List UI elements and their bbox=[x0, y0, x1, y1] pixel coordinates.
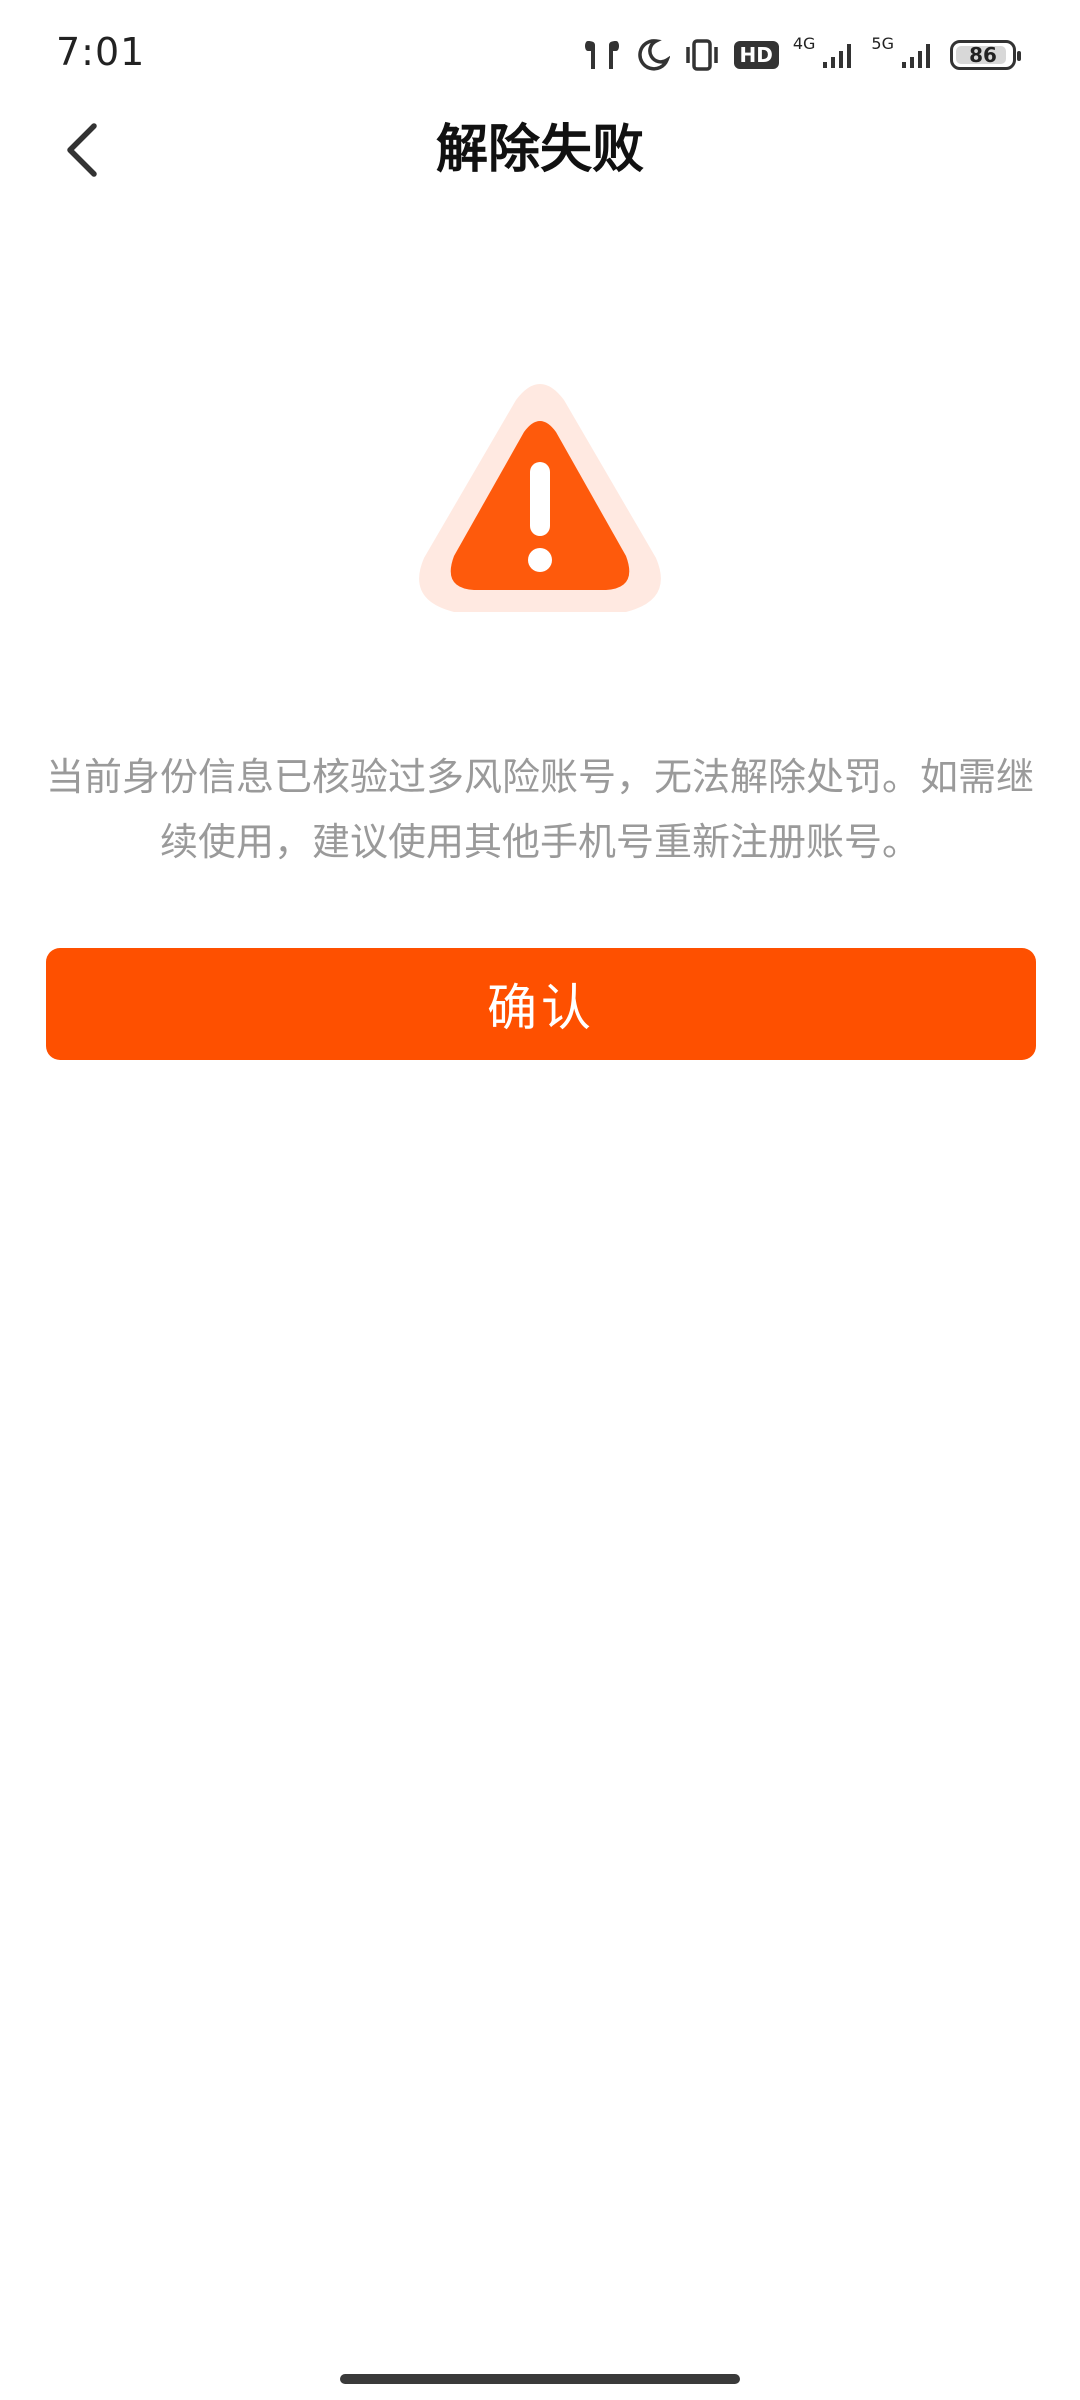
confirm-button[interactable]: 确认 bbox=[46, 948, 1036, 1060]
battery-icon: 86 bbox=[950, 40, 1021, 70]
hd-icon: HD bbox=[733, 41, 779, 69]
earbuds-icon bbox=[582, 37, 622, 73]
status-time: 7:01 bbox=[56, 30, 146, 74]
warning-triangle-icon bbox=[412, 380, 668, 630]
home-indicator[interactable] bbox=[340, 2374, 740, 2384]
network-4g-label: 4G bbox=[792, 33, 816, 53]
status-icons: HD 4G 5G 86 bbox=[582, 30, 1021, 80]
network-5g-label: 5G bbox=[871, 33, 894, 53]
moon-icon bbox=[636, 38, 670, 72]
status-bar: 7:01 HD 4G 5G 86 bbox=[0, 0, 1080, 110]
page-title: 解除失败 bbox=[435, 120, 644, 180]
signal-4g-icon bbox=[821, 40, 857, 70]
vibrate-icon bbox=[684, 38, 720, 72]
failure-message: 当前身份信息已核验过多风险账号，无法解除处罚。如需继续使用，建议使用其他手机号重… bbox=[45, 755, 1034, 864]
battery-level: 86 bbox=[969, 43, 997, 67]
header: 解除失败 bbox=[0, 100, 1080, 200]
signal-5g-icon bbox=[900, 40, 936, 70]
hd-label: HD bbox=[733, 41, 779, 69]
